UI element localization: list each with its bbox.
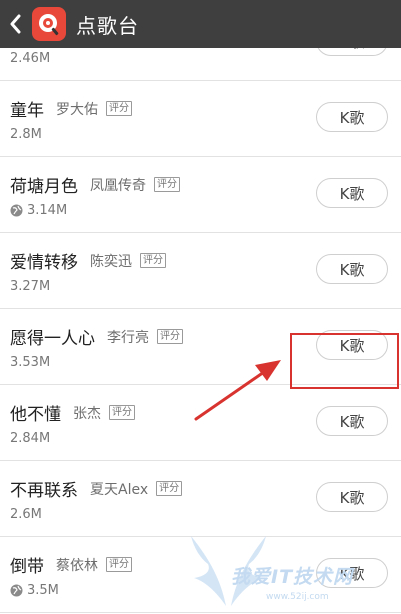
song-row[interactable]: 童年 罗大佑 评分 2.8M K歌 bbox=[0, 81, 401, 157]
song-name: 愿得一人心 bbox=[10, 329, 95, 349]
rating-tag[interactable]: 评分 bbox=[109, 405, 135, 420]
k-song-button[interactable]: K歌 bbox=[316, 102, 388, 132]
song-title-line: 童年 罗大佑 评分 bbox=[10, 96, 132, 121]
file-size: 2.8M bbox=[10, 127, 42, 142]
song-row[interactable]: 不再联系 夏天Alex 评分 2.6M K歌 bbox=[0, 461, 401, 537]
size-line: 3.27M bbox=[10, 279, 50, 294]
size-line: 2.46M bbox=[10, 51, 50, 66]
song-row[interactable]: 爱情转移 陈奕迅 评分 3.27M K歌 bbox=[0, 233, 401, 309]
song-title-line: 爱情转移 陈奕迅 评分 bbox=[10, 248, 166, 273]
size-line: 2.6M bbox=[10, 507, 42, 522]
rating-tag[interactable]: 评分 bbox=[140, 253, 166, 268]
song-title-line: 不再联系 夏天Alex 评分 bbox=[10, 476, 183, 501]
rating-tag[interactable]: 评分 bbox=[106, 101, 132, 116]
rating-tag[interactable]: 评分 bbox=[154, 177, 180, 192]
song-name: 童年 bbox=[10, 101, 44, 121]
singing-app-logo-icon bbox=[32, 7, 66, 41]
rating-tag[interactable]: 评分 bbox=[106, 557, 132, 572]
song-title-line: 倒带 蔡依林 评分 bbox=[10, 552, 132, 577]
size-line: 3.14M bbox=[10, 203, 67, 218]
song-row[interactable]: 2.46M K歌 bbox=[0, 48, 401, 81]
top-bar: 点歌台 bbox=[0, 0, 401, 48]
rating-tag[interactable]: 评分 bbox=[156, 481, 183, 496]
file-size: 2.46M bbox=[10, 51, 51, 66]
k-song-button[interactable]: K歌 bbox=[316, 178, 388, 208]
chevron-left-icon bbox=[10, 14, 21, 34]
song-list[interactable]: 2.46MK歌童年罗大佑评分2.8MK歌荷塘月色凤凰传奇评分3.14MK歌爱情转… bbox=[0, 48, 401, 614]
artist-name: 夏天Alex bbox=[90, 481, 149, 498]
k-song-button[interactable]: K歌 bbox=[316, 330, 388, 360]
song-name: 不再联系 bbox=[10, 481, 78, 501]
k-song-button[interactable]: K歌 bbox=[316, 558, 388, 588]
k-song-button[interactable]: K歌 bbox=[316, 482, 388, 512]
k-song-button[interactable]: K歌 bbox=[316, 254, 388, 284]
song-name: 荷塘月色 bbox=[10, 177, 78, 197]
back-button[interactable] bbox=[0, 0, 30, 48]
song-title-line: 愿得一人心 李行亮 评分 bbox=[10, 324, 183, 349]
artist-name: 李行亮 bbox=[107, 329, 149, 346]
globe-icon bbox=[10, 204, 23, 217]
file-size: 3.14M bbox=[27, 203, 68, 218]
size-line: 3.53M bbox=[10, 355, 50, 370]
size-line: 2.8M bbox=[10, 127, 42, 142]
file-size: 3.27M bbox=[10, 279, 51, 294]
song-title-line: 荷塘月色 凤凰传奇 评分 bbox=[10, 172, 180, 197]
song-row[interactable]: 倒带 蔡依林 评分 3.5M K歌 bbox=[0, 537, 401, 613]
file-size: 2.6M bbox=[10, 507, 42, 522]
rating-tag[interactable]: 评分 bbox=[157, 329, 183, 344]
artist-name: 凤凰传奇 bbox=[90, 177, 146, 194]
song-name: 他不懂 bbox=[10, 405, 61, 425]
globe-icon bbox=[10, 584, 23, 597]
artist-name: 张杰 bbox=[73, 405, 101, 422]
file-size: 2.84M bbox=[10, 431, 51, 446]
song-title-line: 他不懂 张杰 评分 bbox=[10, 400, 135, 425]
size-line: 3.5M bbox=[10, 583, 59, 598]
k-song-button[interactable]: K歌 bbox=[316, 48, 388, 56]
song-name: 倒带 bbox=[10, 557, 44, 577]
artist-name: 罗大佑 bbox=[56, 101, 98, 118]
size-line: 2.84M bbox=[10, 431, 50, 446]
song-name: 爱情转移 bbox=[10, 253, 78, 273]
song-row[interactable]: 他不懂 张杰 评分 2.84M K歌 bbox=[0, 385, 401, 461]
artist-name: 蔡依林 bbox=[56, 557, 98, 574]
artist-name: 陈奕迅 bbox=[90, 253, 132, 270]
file-size: 3.5M bbox=[27, 583, 59, 598]
song-row[interactable]: 荷塘月色 凤凰传奇 评分 3.14M K歌 bbox=[0, 157, 401, 233]
file-size: 3.53M bbox=[10, 355, 51, 370]
k-song-button[interactable]: K歌 bbox=[316, 406, 388, 436]
song-row[interactable]: 愿得一人心 李行亮 评分 3.53M K歌 bbox=[0, 309, 401, 385]
page-title: 点歌台 bbox=[76, 13, 139, 38]
